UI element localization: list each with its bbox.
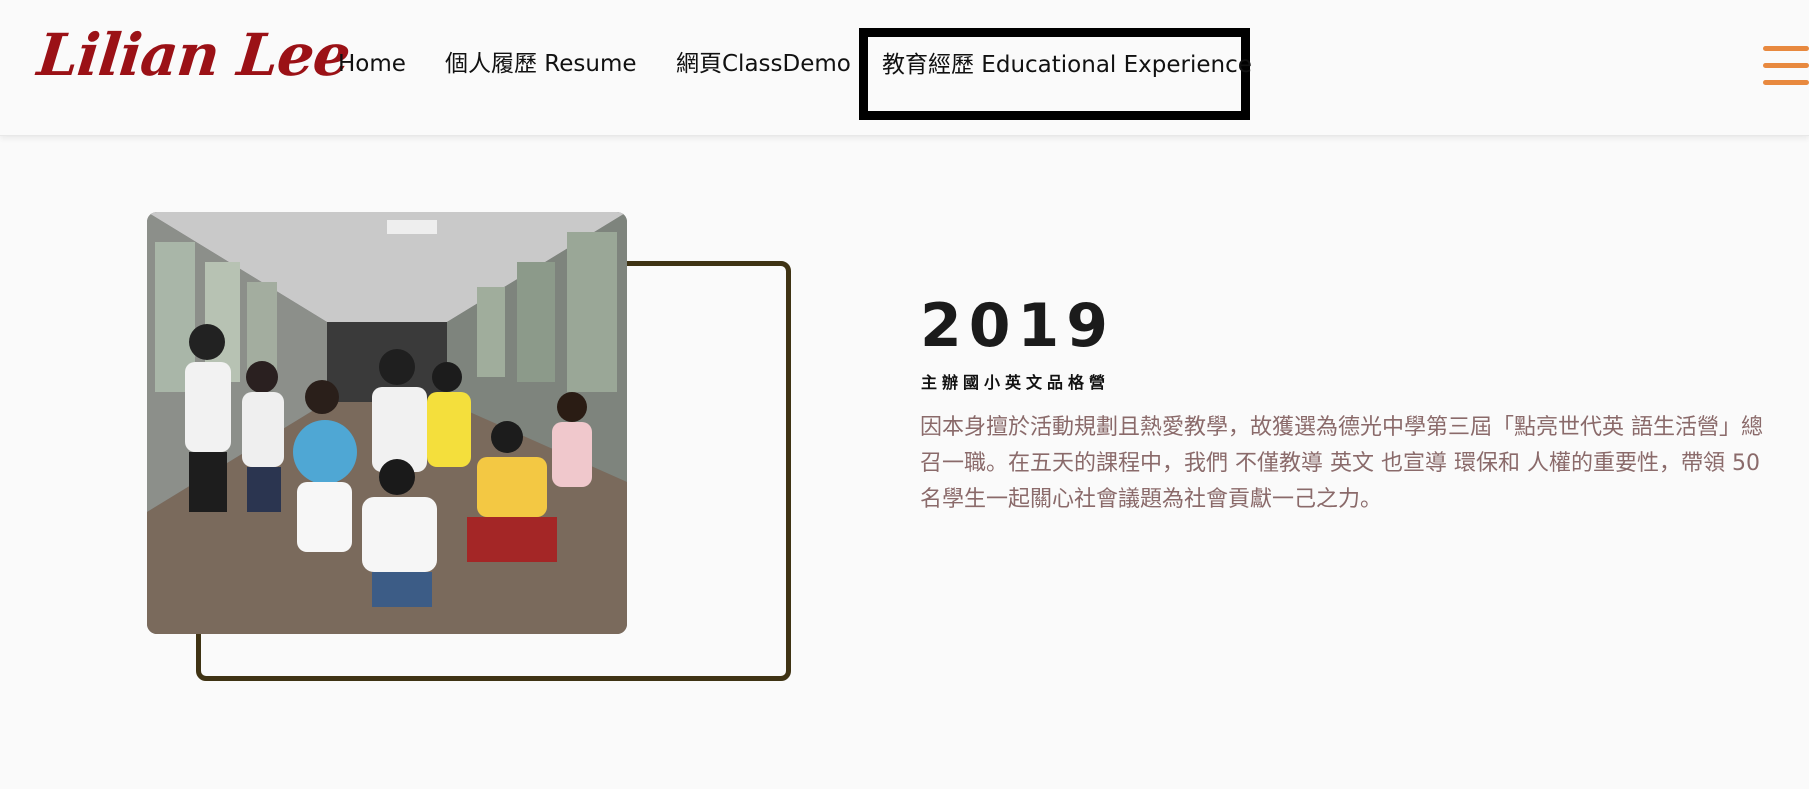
event-description: 因本身擅於活動規劃且熱愛教學，故獲選為德光中學第三屆「點亮世代英 語生活營」總召… — [920, 415, 1763, 512]
site-logo[interactable]: Lilian Lee — [33, 10, 354, 100]
event-title: 主辦國小英文品格營 — [921, 373, 1111, 392]
group-photo — [147, 212, 627, 634]
nav-home[interactable]: Home — [338, 28, 406, 120]
site-header: Lilian Lee Home 個人履歷 Resume 網頁ClassDemo … — [0, 0, 1809, 136]
nav-resume[interactable]: 個人履歷 Resume — [445, 28, 637, 120]
event-year: 2019 — [920, 291, 1115, 361]
nav-classdemo[interactable]: 網頁ClassDemo — [676, 28, 851, 120]
nav-educational-experience[interactable]: 教育經歷 Educational Experience — [859, 28, 1252, 120]
hamburger-menu-icon[interactable] — [1763, 46, 1809, 86]
